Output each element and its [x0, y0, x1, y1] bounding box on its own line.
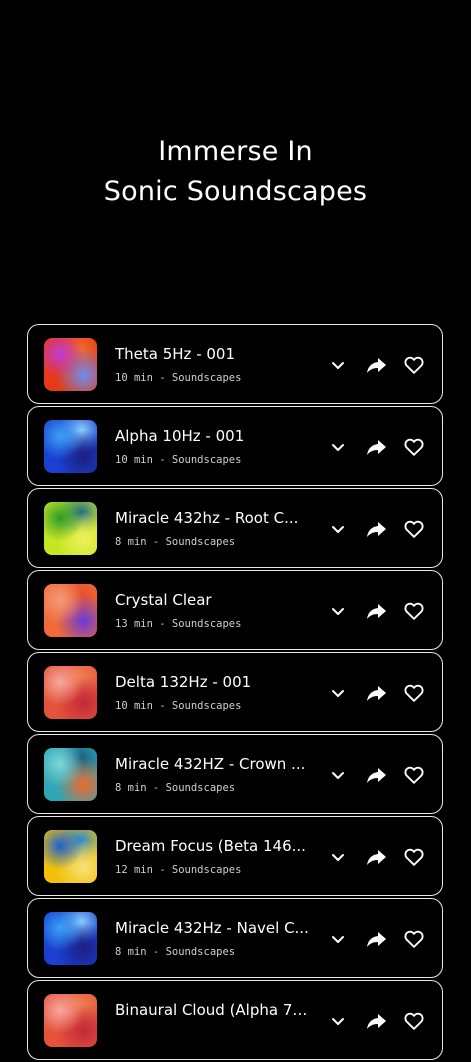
track-meta: 10 min - Soundscapes	[115, 700, 242, 712]
heart-icon[interactable]	[403, 928, 425, 950]
heart-icon[interactable]	[403, 600, 425, 622]
track-title: Dream Focus (Beta 146...	[115, 837, 306, 855]
track-card[interactable]: Miracle 432HZ - Crown ... 8 min - Sounds…	[27, 734, 443, 814]
track-title: Crystal Clear	[115, 591, 212, 609]
share-icon[interactable]	[365, 354, 387, 376]
track-artwork	[44, 502, 97, 555]
track-artwork	[44, 912, 97, 965]
track-card[interactable]: Crystal Clear 13 min - Soundscapes	[27, 570, 443, 650]
track-card[interactable]: Miracle 432Hz - Navel C... 8 min - Sound…	[27, 898, 443, 978]
hero-line-1: Immerse In	[158, 136, 313, 167]
track-title: Miracle 432hz - Root C...	[115, 509, 299, 527]
track-artwork	[44, 748, 97, 801]
track-artwork	[44, 338, 97, 391]
chevron-down-icon[interactable]	[327, 682, 349, 704]
track-title: Delta 132Hz - 001	[115, 673, 252, 691]
track-card[interactable]: Miracle 432hz - Root C... 8 min - Sounds…	[27, 488, 443, 568]
share-icon[interactable]	[365, 846, 387, 868]
track-artwork	[44, 830, 97, 883]
heart-icon[interactable]	[403, 846, 425, 868]
chevron-down-icon[interactable]	[327, 846, 349, 868]
track-meta: 12 min - Soundscapes	[115, 864, 242, 876]
track-card[interactable]: Alpha 10Hz - 001 10 min - Soundscapes	[27, 406, 443, 486]
chevron-down-icon[interactable]	[327, 1010, 349, 1032]
share-icon[interactable]	[365, 928, 387, 950]
heart-icon[interactable]	[403, 436, 425, 458]
track-title: Alpha 10Hz - 001	[115, 427, 245, 445]
track-meta: 8 min - Soundscapes	[115, 946, 236, 958]
track-title: Binaural Cloud (Alpha 7 ...	[115, 1001, 310, 1019]
track-card[interactable]: Dream Focus (Beta 146... 12 min - Sounds…	[27, 816, 443, 896]
track-title: Miracle 432Hz - Navel C...	[115, 919, 309, 937]
chevron-down-icon[interactable]	[327, 436, 349, 458]
track-artwork	[44, 584, 97, 637]
share-icon[interactable]	[365, 518, 387, 540]
track-artwork	[44, 994, 97, 1047]
track-meta: 10 min - Soundscapes	[115, 372, 242, 384]
track-list: Theta 5Hz - 001 10 min - Soundscapes Alp…	[27, 324, 443, 1062]
track-meta: 10 min - Soundscapes	[115, 454, 242, 466]
track-artwork	[44, 666, 97, 719]
track-card[interactable]: Binaural Cloud (Alpha 7 ...	[27, 980, 443, 1060]
hero-heading: Immerse In Sonic Soundscapes	[0, 132, 471, 212]
chevron-down-icon[interactable]	[327, 764, 349, 786]
heart-icon[interactable]	[403, 764, 425, 786]
track-meta: 13 min - Soundscapes	[115, 618, 242, 630]
share-icon[interactable]	[365, 1010, 387, 1032]
heart-icon[interactable]	[403, 1010, 425, 1032]
hero-line-2: Sonic Soundscapes	[103, 176, 368, 207]
track-meta: 8 min - Soundscapes	[115, 536, 236, 548]
share-icon[interactable]	[365, 600, 387, 622]
chevron-down-icon[interactable]	[327, 928, 349, 950]
heart-icon[interactable]	[403, 354, 425, 376]
share-icon[interactable]	[365, 764, 387, 786]
share-icon[interactable]	[365, 436, 387, 458]
track-title: Miracle 432HZ - Crown ...	[115, 755, 306, 773]
chevron-down-icon[interactable]	[327, 518, 349, 540]
track-title: Theta 5Hz - 001	[115, 345, 236, 363]
track-card[interactable]: Delta 132Hz - 001 10 min - Soundscapes	[27, 652, 443, 732]
track-artwork	[44, 420, 97, 473]
chevron-down-icon[interactable]	[327, 600, 349, 622]
share-icon[interactable]	[365, 682, 387, 704]
track-card[interactable]: Theta 5Hz - 001 10 min - Soundscapes	[27, 324, 443, 404]
heart-icon[interactable]	[403, 518, 425, 540]
heart-icon[interactable]	[403, 682, 425, 704]
chevron-down-icon[interactable]	[327, 354, 349, 376]
track-meta: 8 min - Soundscapes	[115, 782, 236, 794]
